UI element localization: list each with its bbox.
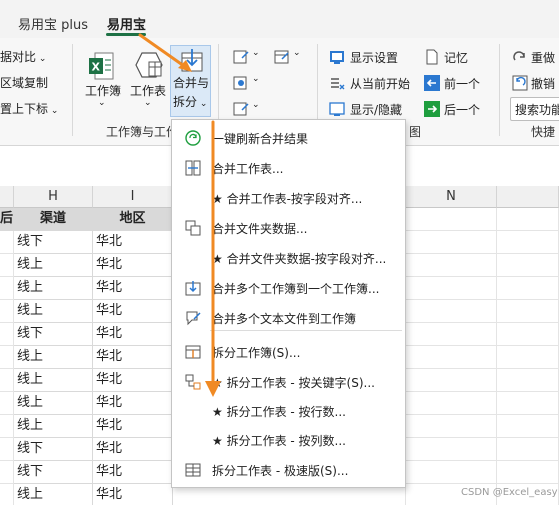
annotation-arrowhead	[205, 381, 221, 397]
watermark: CSDN @Excel_easy	[461, 487, 558, 498]
annotation-arrow-to-button	[138, 33, 186, 68]
annotation-arrows	[138, 33, 221, 397]
